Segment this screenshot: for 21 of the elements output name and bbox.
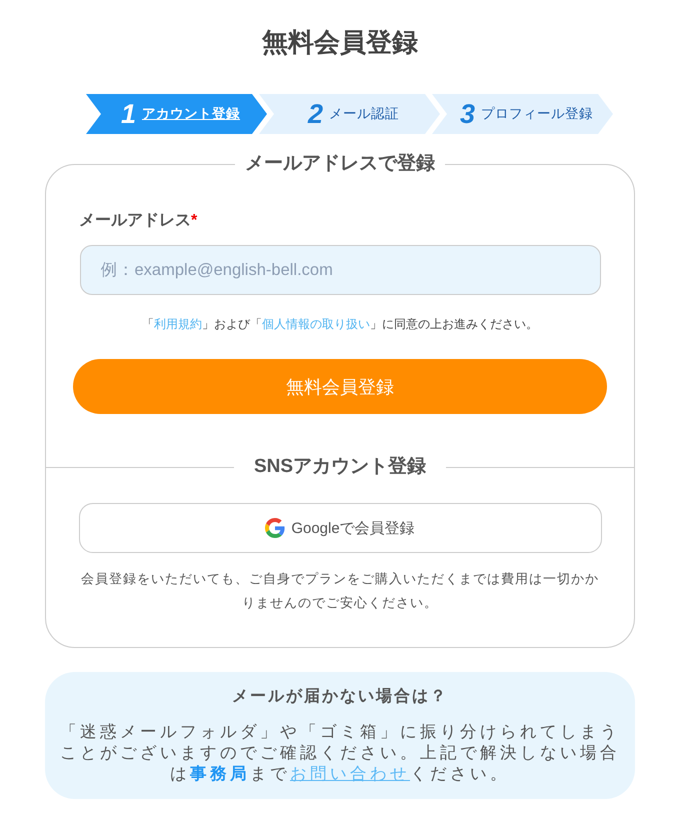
email-label: メールアドレス* — [79, 211, 198, 231]
help-title: メールが届かない場合は？ — [231, 686, 449, 707]
register-button[interactable]: 無料会員登録 — [73, 359, 607, 414]
policy-link[interactable]: 利用規約 — [154, 317, 202, 331]
step-number: 2 — [308, 100, 324, 128]
contact-link[interactable]: お問い合わせ — [290, 765, 410, 783]
page-title: 無料会員登録 — [260, 26, 419, 59]
g-logo-icon — [265, 518, 286, 538]
policy-link[interactable]: 個人情報の取り扱い — [262, 317, 370, 331]
help-text: 「迷惑メールフォルダ」や「ゴミ箱」に振り分けられてしまうことがございますのでご確認ください。上記で解決しない場合は 事務局 まで お問い合わせ ください。 — [59, 722, 621, 785]
step-label: アカウント登録 — [142, 105, 240, 123]
google-register-button[interactable]: Googleで会員登録 — [78, 503, 602, 553]
step-number: 3 — [460, 100, 476, 128]
free-notice-text: 会員登録をいただいても、ご自身でプランをご購入いただくまでは費用は一切かかりませんのでご安心ください。 — [80, 570, 600, 612]
step-label: メール認証 — [329, 105, 400, 123]
step-number: 1 — [120, 100, 136, 128]
email-field[interactable]: 例：example@english-bell.com — [80, 245, 600, 295]
section-heading: SNSアカウント登録 — [252, 455, 428, 479]
consent-text: 「利用規約」および「個人情報の取り扱い」に同意の上お進みください。 — [141, 316, 539, 333]
step-label: プロフィール登録 — [481, 105, 594, 123]
section-heading: メールアドレスで登録 — [244, 152, 436, 176]
